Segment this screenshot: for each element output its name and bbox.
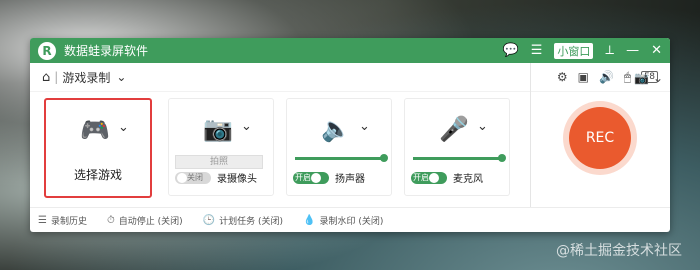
site-watermark: @稀土掘金技术社区 bbox=[556, 243, 682, 259]
mini-window-button[interactable]: 小窗口 bbox=[554, 42, 594, 59]
close-icon[interactable]: ✕ bbox=[651, 43, 662, 58]
divider: | bbox=[54, 70, 59, 84]
select-game-label: 选择游戏 bbox=[73, 168, 122, 182]
camera-icon[interactable]: 📷 bbox=[634, 71, 649, 85]
mic-volume-slider[interactable] bbox=[413, 154, 506, 162]
chevron-down-icon[interactable]: ⌄ bbox=[241, 119, 252, 134]
rec-button[interactable]: REC bbox=[569, 107, 631, 169]
history-item[interactable]: ☰ 录制历史 bbox=[38, 214, 87, 227]
toggle-knob bbox=[429, 172, 439, 183]
speaker-volume-slider[interactable] bbox=[295, 154, 388, 162]
chevron-down-icon[interactable]: ⌄ bbox=[653, 71, 663, 85]
mic-label: 麦克风 bbox=[453, 174, 483, 185]
speaker-toggle[interactable]: 开启 bbox=[293, 171, 329, 184]
camera-label: 录摄像头 bbox=[217, 174, 257, 185]
slider-handle[interactable] bbox=[380, 154, 388, 162]
list-icon: ☰ bbox=[38, 214, 47, 226]
mic-toggle[interactable]: 开启 bbox=[411, 171, 447, 184]
history-label: 录制历史 bbox=[50, 216, 87, 227]
select-game-card[interactable]: 🎮 ⌄ 选择游戏 bbox=[44, 98, 152, 198]
auto-stop-label: 自动停止 (关闭) bbox=[118, 216, 183, 227]
menu-icon[interactable]: ☰ bbox=[531, 43, 543, 58]
window-controls: 💬 ☰ 小窗口 ⟂ — ✕ bbox=[503, 42, 662, 59]
toggle-text: 开启 bbox=[295, 173, 311, 182]
screenshot-controls: 📷 ⌄ bbox=[634, 71, 663, 85]
watermark-icon: 💧 bbox=[303, 214, 316, 226]
toggle-knob bbox=[177, 172, 187, 183]
pin-icon[interactable]: ⟂ bbox=[605, 43, 614, 58]
home-icon[interactable]: ⌂ bbox=[42, 70, 50, 85]
watermark-label: 录制水印 (关闭) bbox=[319, 216, 384, 227]
chat-icon[interactable]: 💬 bbox=[503, 43, 519, 58]
mic-card[interactable]: 🎤 ⌄ 开启 麦克风 bbox=[404, 98, 510, 196]
gamepad-icon: 🎮 bbox=[80, 116, 110, 144]
webcam-icon: 📷 bbox=[203, 115, 233, 143]
watermark-item[interactable]: 💧 录制水印 (关闭) bbox=[303, 214, 383, 227]
minimize-icon[interactable]: — bbox=[626, 43, 639, 58]
chevron-down-icon[interactable]: ⌄ bbox=[118, 120, 129, 135]
speaker-label: 扬声器 bbox=[335, 174, 365, 185]
schedule-item[interactable]: 🕒 计划任务 (关闭) bbox=[203, 214, 283, 227]
camera-toggle-row: 关闭 录摄像头 bbox=[175, 170, 257, 185]
chevron-down-icon[interactable]: ⌄ bbox=[116, 70, 126, 84]
speaker-toggle-row: 开启 扬声器 bbox=[293, 170, 365, 185]
speaker-card[interactable]: 🔈 ⌄ 开启 扬声器 bbox=[286, 98, 392, 196]
app-title: 数据蛙录屏软件 bbox=[64, 44, 149, 58]
record-panel: 📷 ⌄ REC bbox=[530, 63, 670, 208]
auto-stop-item[interactable]: ⏱ 自动停止 (关闭) bbox=[107, 214, 183, 227]
timer-icon: ⏱ bbox=[106, 214, 115, 226]
camera-toggle[interactable]: 关闭 bbox=[175, 171, 211, 184]
photo-button[interactable]: 拍照 bbox=[175, 155, 263, 169]
status-footer: ☰ 录制历史 ⏱ 自动停止 (关闭) 🕒 计划任务 (关闭) 💧 录制水印 (关… bbox=[30, 207, 670, 232]
chevron-down-icon[interactable]: ⌄ bbox=[359, 119, 370, 134]
toggle-knob bbox=[311, 172, 321, 183]
slider-handle[interactable] bbox=[498, 154, 506, 162]
speaker-icon: 🔈 bbox=[321, 115, 351, 143]
camera-card[interactable]: 📷 ⌄ 拍照 关闭 录摄像头 bbox=[168, 98, 274, 196]
mic-toggle-row: 开启 麦克风 bbox=[411, 170, 483, 185]
app-window: R 数据蛙录屏软件 💬 ☰ 小窗口 ⟂ — ✕ ⌂ | 游戏录制 ⌄ ⚙ ▣ 🔊… bbox=[30, 38, 670, 232]
schedule-icon: 🕒 bbox=[202, 214, 216, 226]
recording-mode-label[interactable]: 游戏录制 bbox=[62, 69, 110, 86]
schedule-label: 计划任务 (关闭) bbox=[219, 216, 284, 227]
app-logo-icon: R bbox=[38, 41, 56, 60]
chevron-down-icon[interactable]: ⌄ bbox=[477, 119, 488, 134]
toggle-text: 关闭 bbox=[187, 173, 203, 182]
microphone-icon: 🎤 bbox=[439, 115, 469, 143]
toggle-text: 开启 bbox=[413, 173, 429, 182]
title-bar: R 数据蛙录屏软件 💬 ☰ 小窗口 ⟂ — ✕ bbox=[30, 38, 670, 63]
